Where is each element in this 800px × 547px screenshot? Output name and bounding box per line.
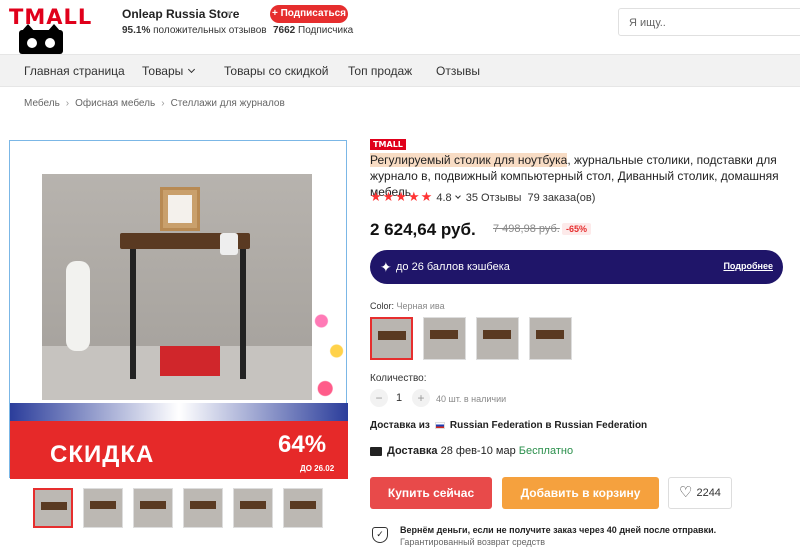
chevron-down-icon[interactable]: ▼ <box>225 9 233 18</box>
guarantee-subtitle: Гарантированный возврат средств <box>400 537 546 547</box>
subscribers-label: Подписчика <box>298 25 354 36</box>
color-label-text: Color: <box>370 301 395 311</box>
subscribe-button[interactable]: + Подписаться <box>270 5 348 23</box>
color-swatch[interactable] <box>476 317 519 360</box>
delivery-info: Доставка 28 фев-10 мар Бесплатно <box>370 445 573 457</box>
cashback-icon: ✦ <box>380 259 392 275</box>
orders-count: 79 заказа(ов) <box>527 192 596 204</box>
shield-check-icon: ✓ <box>372 527 388 543</box>
color-swatch[interactable] <box>423 317 466 360</box>
color-swatch[interactable] <box>370 317 413 360</box>
thumbnail-image <box>290 501 316 509</box>
add-to-cart-button[interactable]: Добавить в корзину <box>502 477 659 509</box>
store-rating: 95.1% положительных отзывов <box>122 25 267 36</box>
current-price: 2 624,64 руб. <box>370 220 476 239</box>
wishlist-button[interactable]: ♡ 2244 <box>668 477 732 509</box>
gallery-thumbnail[interactable] <box>83 488 123 528</box>
cashback-banner[interactable]: ✦ до 26 баллов кэшбека Подробнее <box>370 250 783 284</box>
store-nav: Главная страница Товары Товары со скидко… <box>0 54 800 87</box>
stock-info: 40 шт. в наличии <box>436 394 507 404</box>
nav-products-label: Товары <box>142 64 184 78</box>
store-header: TMALL Onleap Russia Store ▼ 95.1% положи… <box>0 0 800 54</box>
vase-image <box>66 261 90 351</box>
gallery-thumbnail[interactable] <box>183 488 223 528</box>
guarantee-title: Вернём деньги, если не получите заказ че… <box>400 525 717 535</box>
title-highlight: Регулируемый столик для ноутбука <box>370 153 568 167</box>
chevron-down-icon <box>188 65 196 74</box>
old-price: 7 498,98 руб. <box>493 223 560 235</box>
main-product-image[interactable]: СКИДКА 64% ДО 26.02 <box>9 140 348 479</box>
thumbnail-image <box>140 501 166 509</box>
heart-icon: ♡ <box>679 484 693 502</box>
color-swatch[interactable] <box>529 317 572 360</box>
swatch-image <box>536 330 564 339</box>
quantity-value[interactable]: 1 <box>396 392 402 404</box>
quantity-increase-button[interactable]: + <box>412 389 430 407</box>
breadcrumb-magazine-racks[interactable]: Стеллажи для журналов <box>171 98 285 109</box>
ship-from-label: Доставка из <box>370 420 430 431</box>
banner-percent: 64% <box>278 431 327 458</box>
rating-label: положительных отзывов <box>153 25 267 36</box>
banner-text: СКИДКА <box>50 441 155 468</box>
banner-wave <box>10 403 348 423</box>
tmall-cat-icon[interactable] <box>19 24 63 54</box>
mug-image <box>220 233 238 255</box>
thumbnail-image <box>90 501 116 509</box>
truck-icon <box>370 446 382 456</box>
search-input[interactable]: Я ищу.. <box>618 8 800 36</box>
subscribers-number: 7662 <box>273 25 296 36</box>
nav-home[interactable]: Главная страница <box>24 64 125 78</box>
swatch-image <box>483 330 511 339</box>
nav-products[interactable]: Товары <box>142 64 196 78</box>
store-name[interactable]: Onleap Russia Store <box>122 7 239 21</box>
gallery-thumbnail[interactable] <box>33 488 73 528</box>
gallery-thumbnail[interactable] <box>283 488 323 528</box>
rating-value[interactable]: 4.8 <box>436 192 451 204</box>
reviews-link[interactable]: 35 Отзывы <box>466 192 522 204</box>
chevron-right-icon: › <box>161 98 165 109</box>
books-image <box>160 346 220 376</box>
breadcrumb-furniture[interactable]: Мебель <box>24 98 60 109</box>
color-label: Color: Черная ива <box>370 301 445 311</box>
russia-flag-icon <box>434 421 445 429</box>
banner-date: ДО 26.02 <box>300 464 335 473</box>
gallery-thumbnail[interactable] <box>133 488 173 528</box>
gallery-thumbnail[interactable] <box>233 488 273 528</box>
desk-leg-image <box>130 249 136 379</box>
nav-discounts[interactable]: Товары со скидкой <box>224 64 328 78</box>
swatch-image <box>378 331 406 340</box>
quantity-decrease-button[interactable]: − <box>370 389 388 407</box>
picture-frame-image <box>160 187 200 231</box>
cashback-text: до 26 баллов кэшбека <box>396 261 510 273</box>
delivery-label: Доставка <box>387 445 438 457</box>
chevron-down-icon[interactable] <box>454 193 461 199</box>
nav-reviews[interactable]: Отзывы <box>436 64 480 78</box>
breadcrumb-office-furniture[interactable]: Офисная мебель <box>75 98 155 109</box>
subscribers-count: 7662 Подписчика <box>273 25 353 36</box>
breadcrumb: Мебель › Офисная мебель › Стеллажи для журна… <box>24 98 285 109</box>
tmall-badge: TMALL <box>370 139 406 150</box>
star-rating-icon: ★★★★★ <box>370 189 434 204</box>
rating-value: 95.1% <box>122 25 151 36</box>
buy-now-button[interactable]: Купить сейчас <box>370 477 492 509</box>
rating-row: ★★★★★ 4.8 35 Отзывы 79 заказа(ов) <box>370 189 595 205</box>
ship-from: Доставка из Russian Federation в Russian … <box>370 420 647 431</box>
desk-leg-image <box>240 249 246 379</box>
quantity-label: Количество: <box>370 373 427 384</box>
wishlist-count: 2244 <box>696 487 721 499</box>
delivery-dates: 28 фев-10 мар <box>440 445 516 457</box>
discount-badge: -65% <box>562 223 592 235</box>
thumbnail-image <box>190 501 216 509</box>
thumbnail-image <box>240 501 266 509</box>
swatch-image <box>430 330 458 339</box>
thumbnail-image <box>41 502 67 510</box>
chevron-right-icon: › <box>65 98 70 109</box>
cashback-more-link[interactable]: Подробнее <box>723 261 773 271</box>
delivery-free: Бесплатно <box>518 445 574 457</box>
ship-from-value[interactable]: Russian Federation в Russian Federation <box>450 420 647 431</box>
nav-top-sales[interactable]: Топ продаж <box>348 64 412 78</box>
color-value: Черная ива <box>396 301 445 311</box>
